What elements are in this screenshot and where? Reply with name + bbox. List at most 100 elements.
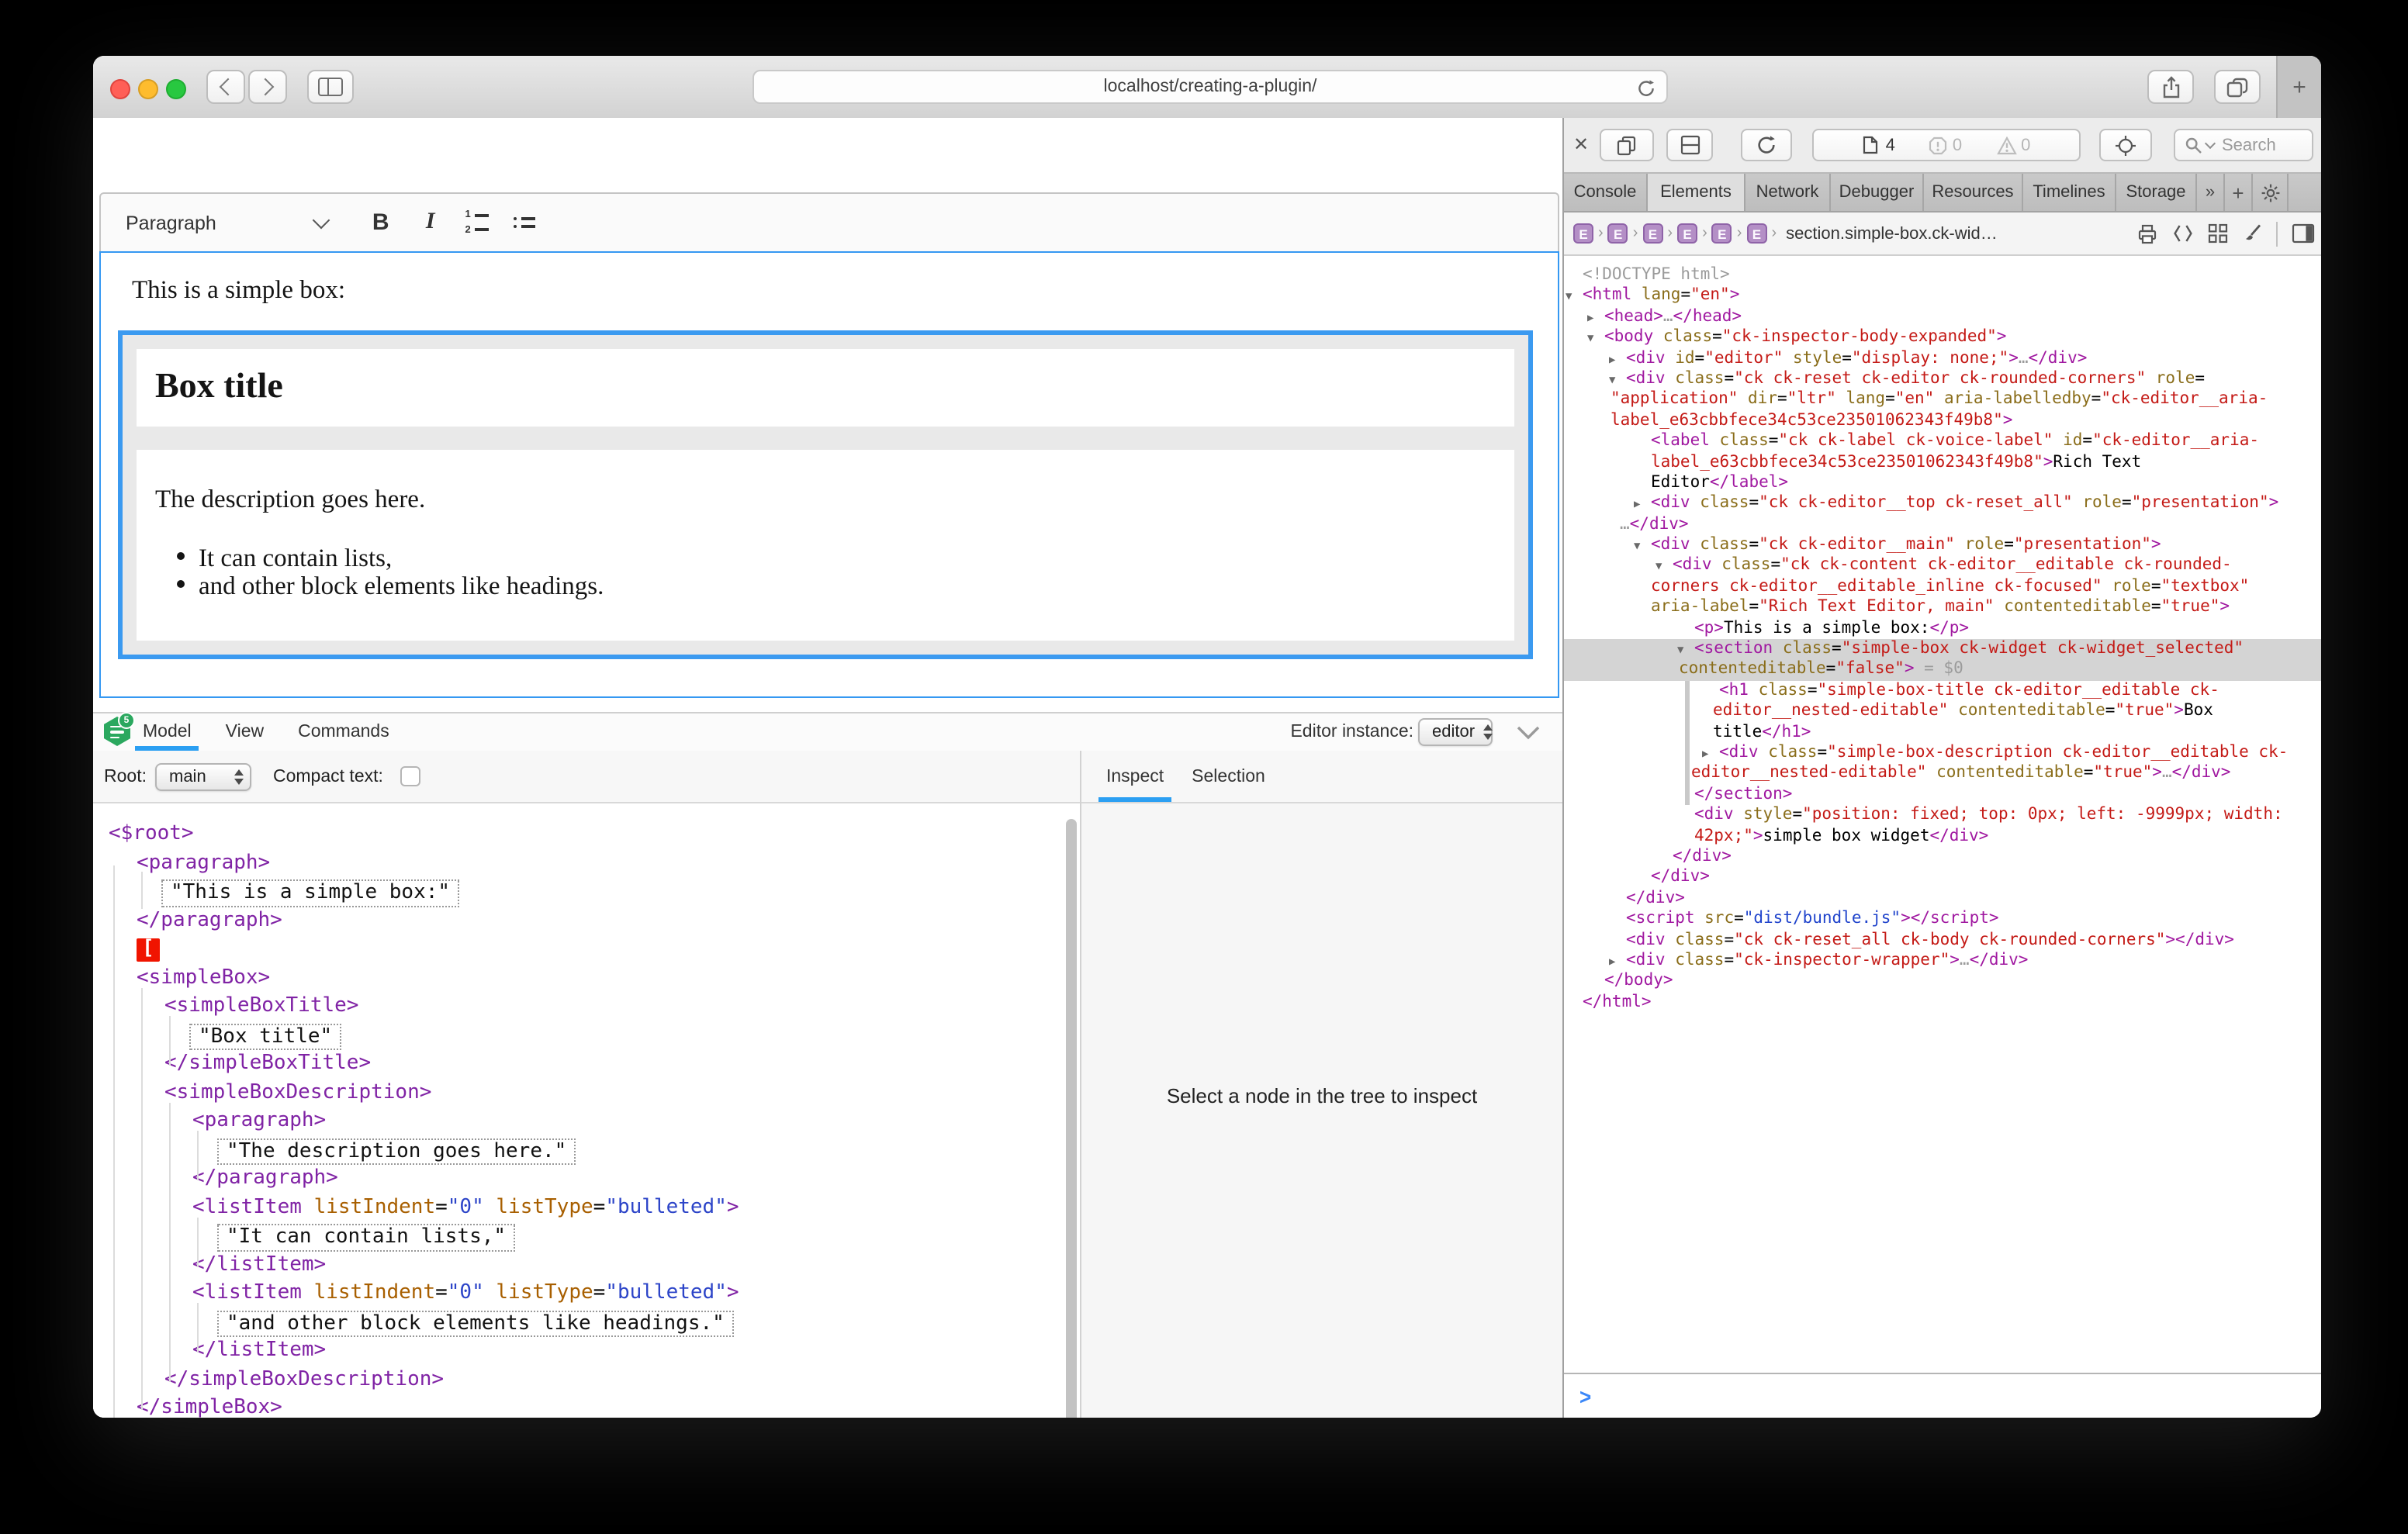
- model-tree-line[interactable]: <listItem listIndent="0" listType="bulle…: [93, 1195, 1061, 1224]
- model-tree-line[interactable]: </paragraph>: [93, 1166, 1061, 1195]
- collapse-icon[interactable]: ▼: [1656, 558, 1662, 579]
- dom-tree-line[interactable]: Editor</label>: [1564, 473, 2321, 494]
- close-devtools-button[interactable]: ✕: [1573, 133, 1589, 155]
- dom-tree-line[interactable]: editor__nested-editable" contenteditable…: [1564, 764, 2321, 785]
- dom-tree-line[interactable]: ▼<section class="simple-box ck-widget ck…: [1564, 639, 2321, 660]
- expand-icon[interactable]: ▶: [1634, 496, 1640, 517]
- breadcrumb-element-badge[interactable]: E: [1608, 223, 1628, 244]
- dom-tree-line[interactable]: <h1 class="simple-box-title ck-editor__e…: [1564, 681, 2321, 702]
- numbered-list-button[interactable]: 12: [465, 210, 489, 236]
- expand-icon[interactable]: ▶: [1587, 309, 1593, 330]
- model-text-node[interactable]: "This is a simple box:": [161, 879, 459, 907]
- devtools-settings-button[interactable]: [2253, 174, 2289, 211]
- tab-selection[interactable]: Selection: [1192, 751, 1265, 802]
- model-tree-line[interactable]: <paragraph>: [93, 1109, 1061, 1138]
- model-tree-line[interactable]: <simpleBoxDescription>: [93, 1080, 1061, 1109]
- intro-paragraph[interactable]: This is a simple box:: [132, 275, 345, 306]
- dom-tree-line[interactable]: ▼<html lang="en">: [1564, 286, 2321, 307]
- dom-tree-line[interactable]: ▶<div class="simple-box-description ck-e…: [1564, 743, 2321, 764]
- breadcrumb-current[interactable]: section.simple-box.ck-wid…: [1786, 224, 1998, 243]
- dom-tree-line[interactable]: </div>: [1564, 847, 2321, 868]
- minimize-window-button[interactable]: [137, 78, 157, 98]
- tab-model[interactable]: Model: [143, 713, 192, 751]
- dom-tree-line[interactable]: <label class="ck ck-label ck-voice-label…: [1564, 431, 2321, 452]
- model-tree-line[interactable]: <$root>: [93, 822, 1061, 851]
- breadcrumb-element-badge[interactable]: E: [1642, 223, 1662, 244]
- grid-icon[interactable]: [2208, 223, 2228, 244]
- new-tab-button[interactable]: +: [2276, 56, 2321, 118]
- dom-tree-line[interactable]: ▼<body class="ck-inspector-body-expanded…: [1564, 327, 2321, 348]
- dom-tree-line[interactable]: …</div>: [1564, 514, 2321, 535]
- model-tree-line[interactable]: "The description goes here.": [93, 1138, 1061, 1166]
- dom-tree-line[interactable]: ▼<div class="ck ck-editor__main" role="p…: [1564, 535, 2321, 556]
- dom-tree-line[interactable]: <div style="position: fixed; top: 0px; l…: [1564, 805, 2321, 826]
- back-button[interactable]: [206, 70, 245, 104]
- model-tree-line[interactable]: </simpleBoxTitle>: [93, 1052, 1061, 1080]
- paintbrush-icon[interactable]: [2242, 223, 2262, 244]
- dom-tree-line[interactable]: "application" dir="ltr" lang="en" aria-l…: [1564, 390, 2321, 411]
- list-item[interactable]: It can contain lists,: [199, 543, 392, 574]
- model-tree-line[interactable]: </paragraph>: [93, 908, 1061, 937]
- expand-icon[interactable]: ▶: [1702, 745, 1708, 765]
- dom-tree-line[interactable]: ▶<head>…</head>: [1564, 307, 2321, 328]
- dom-tree-line[interactable]: </div>: [1564, 888, 2321, 909]
- dock-side-button[interactable]: [1666, 129, 1713, 161]
- address-bar[interactable]: localhost/creating-a-plugin/: [752, 70, 1668, 104]
- compact-text-checkbox[interactable]: [400, 766, 420, 786]
- tab-view[interactable]: View: [226, 713, 264, 751]
- heading-dropdown[interactable]: Paragraph: [126, 212, 216, 233]
- detach-devtools-button[interactable]: [1600, 129, 1654, 161]
- details-sidebar-icon[interactable]: [2292, 223, 2315, 244]
- model-text-node[interactable]: "It can contain lists,": [217, 1224, 515, 1251]
- dom-tree-line[interactable]: </body>: [1564, 972, 2321, 993]
- share-button[interactable]: [2147, 70, 2194, 104]
- issues-summary[interactable]: 4 0 0: [1812, 129, 2081, 161]
- tab-commands[interactable]: Commands: [298, 713, 389, 751]
- box-title-text[interactable]: Box title: [155, 366, 283, 406]
- close-window-button[interactable]: [109, 78, 130, 98]
- reload-page-button[interactable]: [1741, 129, 1792, 161]
- root-select[interactable]: main: [155, 763, 251, 791]
- dom-tree-line[interactable]: <p>This is a simple box:</p>: [1564, 618, 2321, 639]
- model-text-node[interactable]: "The description goes here.": [217, 1138, 576, 1165]
- devtools-tab-elements[interactable]: Elements: [1648, 174, 1745, 211]
- bulleted-list-button[interactable]: [514, 216, 535, 228]
- box-title-area[interactable]: Box title: [137, 349, 1514, 427]
- model-text-node[interactable]: "and other block elements like headings.…: [217, 1310, 734, 1337]
- model-tree-line[interactable]: [: [93, 937, 1061, 966]
- chevron-down-icon[interactable]: [313, 212, 330, 230]
- dom-tree-line[interactable]: <div class="ck ck-reset_all ck-body ck-r…: [1564, 930, 2321, 951]
- print-icon[interactable]: [2136, 223, 2158, 244]
- tab-inspect[interactable]: Inspect: [1106, 751, 1164, 802]
- model-tree-line[interactable]: "and other block elements like headings.…: [93, 1310, 1061, 1339]
- devtools-tab-network[interactable]: Network: [1745, 174, 1831, 211]
- dom-tree-line[interactable]: <script src="dist/bundle.js"></script>: [1564, 909, 2321, 930]
- model-tree-line[interactable]: <listItem listIndent="0" listType="bulle…: [93, 1281, 1061, 1310]
- model-tree-line[interactable]: <paragraph>: [93, 851, 1061, 879]
- model-tree-line[interactable]: <simpleBoxTitle>: [93, 994, 1061, 1023]
- breadcrumb-element-badge[interactable]: E: [1746, 223, 1766, 244]
- description-text[interactable]: The description goes here.: [155, 484, 425, 515]
- search-input[interactable]: Search: [2174, 129, 2313, 161]
- bold-button[interactable]: B: [365, 209, 396, 236]
- breadcrumb-element-badge[interactable]: E: [1573, 223, 1593, 244]
- editor-content[interactable]: This is a simple box: Box title The desc…: [99, 251, 1559, 698]
- zoom-window-button[interactable]: [165, 78, 185, 98]
- model-tree-line[interactable]: </listItem>: [93, 1339, 1061, 1367]
- collapse-icon[interactable]: ▼: [1566, 288, 1572, 309]
- breadcrumb-element-badge[interactable]: E: [1677, 223, 1697, 244]
- model-tree-line[interactable]: </simpleBox>: [93, 1396, 1061, 1418]
- model-tree-line[interactable]: </listItem>: [93, 1252, 1061, 1281]
- code-brackets-icon[interactable]: [2172, 223, 2194, 244]
- sidebar-button[interactable]: [307, 70, 354, 104]
- italic-button[interactable]: I: [415, 209, 446, 236]
- dom-tree-line[interactable]: </html>: [1564, 992, 2321, 1013]
- model-tree-line[interactable]: "Box title": [93, 1023, 1061, 1052]
- model-tree-scrollbar[interactable]: [1066, 819, 1077, 1418]
- dom-tree-line[interactable]: editor__nested-editable" contenteditable…: [1564, 701, 2321, 722]
- quick-console[interactable]: >: [1564, 1373, 2321, 1418]
- dom-tree-line[interactable]: </section>: [1564, 785, 2321, 806]
- dom-tree-line[interactable]: ▶<div id="editor" style="display: none;"…: [1564, 348, 2321, 369]
- dom-tree-line[interactable]: <!DOCTYPE html>: [1564, 265, 2321, 286]
- tab-overflow-button[interactable]: »: [2197, 174, 2225, 211]
